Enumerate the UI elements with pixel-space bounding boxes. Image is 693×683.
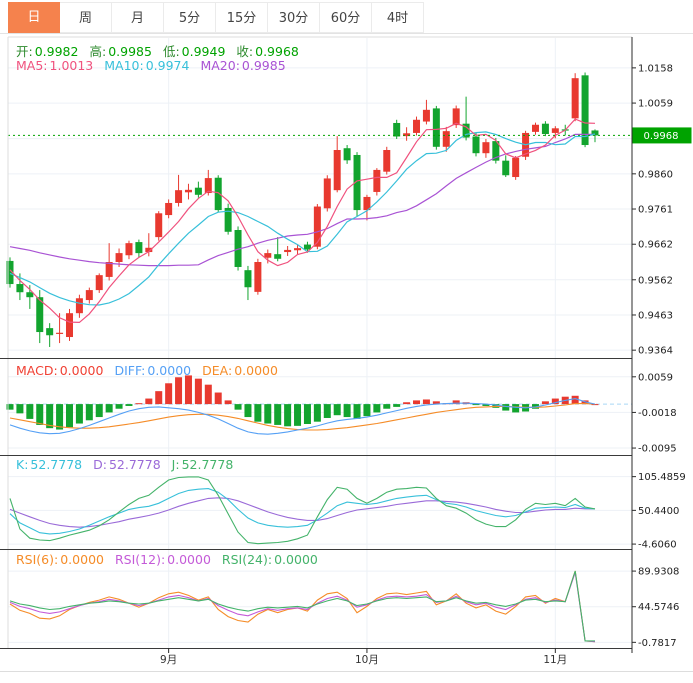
kdj-item-0: K: 52.7778 (16, 457, 82, 472)
svg-text:0.0059: 0.0059 (638, 372, 673, 383)
ohlc-item-1: 高: 0.9985 (89, 44, 151, 59)
macd-readout: MACD: 0.0000 DIFF: 0.0000 DEA: 0.0000 (16, 363, 289, 378)
tab-month[interactable]: 月 (112, 2, 164, 33)
macd-value: 0.0000 (147, 363, 192, 378)
period-tabbar: 日周月 5分 15分 30分 60分 4时 (8, 2, 424, 33)
y-axis: 1.0158 1.0059 0.9860 0.9761 0.9662 0.9562 0.94… (632, 63, 686, 649)
svg-text:105.4859: 105.4859 (638, 472, 686, 483)
tab-60min[interactable]: 60分 (320, 2, 372, 33)
svg-text:0.9463: 0.9463 (638, 310, 673, 321)
macd-value: 0.0000 (234, 363, 278, 378)
tab-30min[interactable]: 30分 (268, 2, 320, 33)
ohlc-item-0: 开: 0.9982 (16, 44, 78, 59)
kdj-value: 52.7778 (30, 457, 83, 472)
rsi-readout: RSI(6): 0.0000 RSI(12): 0.0000 RSI(24): 0.000… (16, 552, 329, 567)
ma-label: MA5: (16, 58, 48, 73)
svg-text:10月: 10月 (355, 654, 379, 666)
svg-text:-4.6060: -4.6060 (638, 540, 677, 551)
ma-value: 0.9985 (241, 58, 286, 73)
kdj-readout: K: 52.7778 D: 52.7778 J: 52.7778 (16, 457, 244, 472)
current-price-badge: 0.9968 (632, 127, 692, 144)
ma-label: MA10: (104, 58, 144, 73)
rsi-item-1: RSI(12): 0.0000 (115, 552, 211, 567)
ma-item-0: MA5: 1.0013 (16, 58, 93, 73)
kdj-label: J: (171, 457, 180, 472)
svg-text:44.5746: 44.5746 (638, 602, 679, 613)
kline-app: 日周月 5分 15分 30分 60分 4时 1.0158 1.0059 0.9860 0.976… (0, 0, 693, 683)
macd-label: DEA: (202, 363, 233, 378)
svg-text:89.9308: 89.9308 (638, 567, 679, 578)
frame (0, 36, 693, 672)
ohlc-value: 0.9985 (108, 44, 152, 59)
ohlc-label: 高: (89, 44, 107, 59)
svg-text:1.0158: 1.0158 (638, 63, 673, 74)
svg-text:-0.7817: -0.7817 (638, 638, 677, 649)
tab-5min[interactable]: 5分 (164, 2, 216, 33)
svg-text:0.9662: 0.9662 (638, 240, 673, 251)
macd-item-0: MACD: 0.0000 (16, 363, 103, 378)
svg-text:9月: 9月 (160, 654, 177, 666)
macd-item-2: DEA: 0.0000 (202, 363, 278, 378)
rsi-item-0: RSI(6): 0.0000 (16, 552, 104, 567)
kdj-value: 52.7778 (108, 457, 161, 472)
ma-label: MA20: (200, 58, 240, 73)
rsi-label: RSI(6): (16, 552, 59, 567)
rsi-value: 0.0000 (274, 552, 318, 567)
kdj-label: K: (16, 457, 29, 472)
rsi-item-2: RSI(24): 0.0000 (222, 552, 318, 567)
svg-text:0.9562: 0.9562 (638, 275, 673, 286)
svg-text:11月: 11月 (543, 654, 567, 666)
ohlc-item-3: 收: 0.9968 (236, 44, 298, 59)
x-axis: 9月 10月 11月 (160, 648, 567, 666)
ma-item-1: MA10: 0.9974 (104, 58, 189, 73)
ma-item-2: MA20: 0.9985 (200, 58, 285, 73)
tab-day[interactable]: 日 (8, 2, 60, 33)
ma-value: 0.9974 (145, 58, 190, 73)
ohlc-value: 0.9968 (255, 44, 299, 59)
kdj-value: 52.7778 (181, 457, 234, 472)
svg-text:50.4400: 50.4400 (638, 506, 679, 517)
svg-text:-0.0095: -0.0095 (638, 444, 677, 455)
rsi-label: RSI(12): (114, 552, 166, 567)
kdj-item-2: J: 52.7778 (172, 457, 234, 472)
ohlc-value: 0.9949 (181, 44, 226, 59)
ohlc-label: 低: (162, 44, 180, 59)
ma-readout: MA5: 1.0013 MA10: 0.9974 MA20: 0.9985 (16, 58, 297, 73)
tab-week[interactable]: 周 (60, 2, 112, 33)
macd-label: DIFF: (114, 363, 146, 378)
ma-value: 1.0013 (49, 58, 94, 73)
rsi-label: RSI(24): (221, 552, 273, 567)
ohlc-item-2: 低: 0.9949 (163, 44, 225, 59)
kline-chart[interactable]: 1.0158 1.0059 0.9860 0.9761 0.9662 0.9562 0.94… (0, 0, 693, 683)
ohlc-value: 0.9982 (34, 44, 79, 59)
svg-text:0.9761: 0.9761 (638, 205, 673, 216)
svg-text:1.0059: 1.0059 (638, 99, 673, 110)
svg-text:0.9364: 0.9364 (638, 346, 673, 357)
ohlc-label: 收: (236, 44, 254, 59)
price-pane (6, 72, 632, 347)
rsi-value: 0.0000 (167, 552, 211, 567)
ohlc-label: 开: (16, 44, 33, 59)
macd-value: 0.0000 (59, 363, 104, 378)
tab-4hour[interactable]: 4时 (372, 2, 424, 33)
tab-15min[interactable]: 15分 (216, 2, 268, 33)
macd-item-1: DIFF: 0.0000 (114, 363, 191, 378)
kdj-label: D: (93, 457, 107, 472)
rsi-value: 0.0000 (60, 552, 104, 567)
svg-text:0.9968: 0.9968 (644, 131, 679, 142)
kdj-item-1: D: 52.7778 (93, 457, 161, 472)
svg-text:-0.0018: -0.0018 (638, 408, 677, 419)
svg-text:0.9860: 0.9860 (638, 169, 673, 180)
macd-pane (6, 375, 632, 435)
macd-label: MACD: (16, 363, 58, 378)
